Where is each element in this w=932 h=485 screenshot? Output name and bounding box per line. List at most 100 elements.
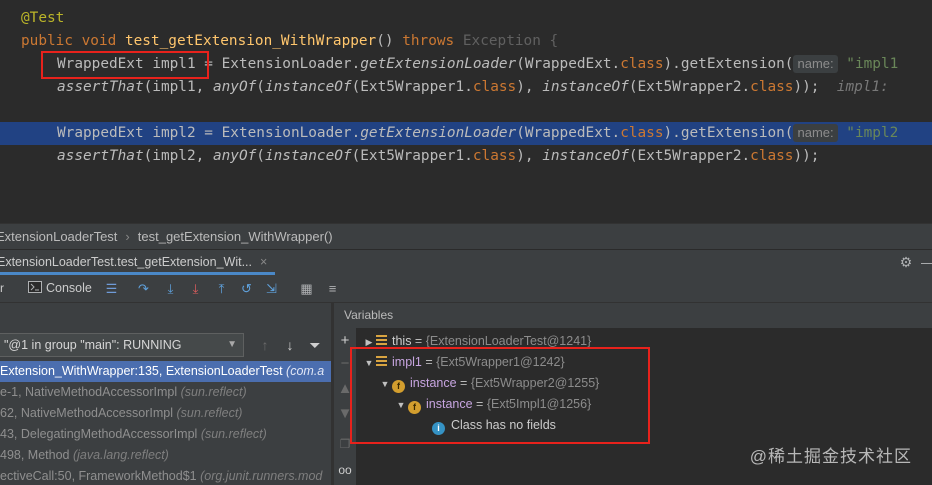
frame-text: 43, DelegatingMethodAccessorImpl <box>0 427 201 441</box>
frame-item[interactable]: 43, DelegatingMethodAccessorImpl (sun.re… <box>0 424 331 445</box>
arrow-down-icon[interactable]: ↓ <box>282 337 298 353</box>
thread-select-value: "@1 in group "main": RUNNING <box>4 338 182 352</box>
code-line-assert1: assertThat(impl1, anyOf(instanceOf(Ext5W… <box>0 76 932 99</box>
step-out-icon[interactable]: ⤒ <box>213 280 230 297</box>
param-hint: name: <box>793 124 838 142</box>
frame-item[interactable]: ectiveCall:50, FrameworkMethod$1 (org.ju… <box>0 466 331 485</box>
minimize-icon[interactable]: — <box>920 254 932 270</box>
code-fragment: (Ext5Wrapper2. <box>628 79 751 95</box>
debug-session-bar: ExtensionLoaderTest.test_getExtension_Wi… <box>0 249 932 275</box>
remove-icon[interactable]: − <box>337 356 353 372</box>
thread-select[interactable]: "@1 in group "main": RUNNING ▼ <box>0 333 244 357</box>
code-fragment: )); <box>793 148 820 164</box>
code-fragment: (WrappedExt. <box>516 125 621 141</box>
class-keyword: class <box>750 148 794 164</box>
variable-row-instance[interactable]: ▼ f instance = {Ext5Wrapper2@1255} <box>378 373 599 394</box>
frame-package: (sun.reflect) <box>200 427 267 441</box>
variable-value: {Ext5Impl1@1256} <box>486 397 592 411</box>
variable-impl2: impl2 <box>152 125 196 141</box>
variable-row-no-fields: i Class has no fields <box>432 415 556 436</box>
code-fragment: (impl2, <box>143 148 213 164</box>
method-call: assertThat <box>57 79 144 95</box>
code-fragment: ).getExtension( <box>663 125 794 141</box>
exception-type: Exception { <box>462 33 559 49</box>
move-down-icon[interactable]: ▼ <box>337 406 353 422</box>
type-name: WrappedExt <box>57 56 144 72</box>
force-step-into-icon[interactable]: ⤓ <box>187 280 204 297</box>
variable-name: instance <box>410 376 457 390</box>
code-fragment: ( <box>256 148 265 164</box>
method-call: anyOf <box>212 79 257 95</box>
object-icon <box>376 335 387 346</box>
breadcrumb-method[interactable]: test_getExtension_WithWrapper() <box>138 229 333 244</box>
variables-title: Variables <box>344 308 394 322</box>
frame-text: ectiveCall:50, FrameworkMethod$1 <box>0 469 201 483</box>
frame-package: (sun.reflect) <box>180 385 247 399</box>
copy-icon[interactable]: ❐ <box>337 436 353 452</box>
drop-frame-icon[interactable]: ↺ <box>238 280 255 297</box>
step-over-icon[interactable]: ↷ <box>135 280 152 297</box>
code-fragment: (Ext5Wrapper2. <box>628 148 751 164</box>
variable-name: impl1 <box>392 355 422 369</box>
code-fragment: = ExtensionLoader. <box>195 56 361 72</box>
filter-icon[interactable]: ⏷ <box>307 337 323 353</box>
code-fragment: = ExtensionLoader. <box>195 125 361 141</box>
type-name: WrappedExt <box>57 125 144 141</box>
code-fragment: (WrappedExt. <box>516 56 621 72</box>
method-call: anyOf <box>212 148 257 164</box>
frame-item[interactable]: e-1, NativeMethodAccessorImpl (sun.refle… <box>0 382 331 403</box>
breadcrumb-class[interactable]: ExtensionLoaderTest <box>0 229 117 244</box>
frame-package: (sun.reflect) <box>176 406 243 420</box>
run-to-cursor-icon[interactable]: ⇲ <box>263 280 280 297</box>
add-watch-icon[interactable]: + <box>337 333 353 349</box>
method-call: instanceOf <box>264 79 352 95</box>
variable-row-impl1[interactable]: ▼ impl1 = {Ext5Wrapper1@1242} <box>362 352 565 373</box>
collapse-arrow-icon[interactable]: ▼ <box>394 395 408 416</box>
variable-name: this <box>392 334 412 348</box>
variable-value: {ExtensionLoaderTest@1241} <box>425 334 592 348</box>
code-editor[interactable]: @Test public void test_getExtension_With… <box>0 0 932 223</box>
method-name: test_getExtension_WithWrapper <box>124 33 377 49</box>
variable-value: {Ext5Wrapper1@1242} <box>436 355 565 369</box>
menu-lines-icon[interactable]: ☰ <box>103 280 120 297</box>
arrow-up-icon[interactable]: ↑ <box>257 337 273 353</box>
collapse-arrow-icon[interactable]: ▼ <box>362 353 376 374</box>
no-fields-text: Class has no fields <box>451 418 556 432</box>
step-into-icon[interactable]: ⤓ <box>162 280 179 297</box>
variable-row-instance-nested[interactable]: ▼ f instance = {Ext5Impl1@1256} <box>394 394 591 415</box>
gear-icon[interactable]: ⚙ <box>898 254 914 270</box>
more-options-icon[interactable]: ≡ <box>324 280 341 297</box>
frame-item[interactable]: 62, NativeMethodAccessorImpl (sun.reflec… <box>0 403 331 424</box>
code-fragment: )); <box>793 79 820 95</box>
frame-item[interactable]: Extension_WithWrapper:135, ExtensionLoad… <box>0 361 331 382</box>
class-keyword: class <box>750 79 794 95</box>
frame-text: 498, Method <box>0 448 73 462</box>
debug-session-tab[interactable]: ExtensionLoaderTest.test_getExtension_Wi… <box>0 250 276 275</box>
method-call: assertThat <box>57 148 144 164</box>
variable-impl1: impl1 <box>152 56 196 72</box>
tab-console[interactable]: Console <box>28 275 92 302</box>
move-up-icon[interactable]: ▲ <box>337 381 353 397</box>
collapse-arrow-icon[interactable]: ▼ <box>378 374 392 395</box>
info-icon: i <box>432 422 445 435</box>
code-fragment: (Ext5Wrapper1. <box>351 148 473 164</box>
evaluate-expression-icon[interactable]: ▦ <box>298 280 315 297</box>
frames-tab-fragment[interactable]: r <box>0 275 4 302</box>
frame-package: (java.lang.reflect) <box>72 448 169 462</box>
code-line-impl1: WrappedExt impl1 = ExtensionLoader.getEx… <box>0 53 932 76</box>
class-keyword: class <box>620 125 664 141</box>
expand-arrow-icon[interactable]: ▶ <box>362 332 376 353</box>
close-icon[interactable]: × <box>260 255 267 269</box>
class-keyword: class <box>472 148 517 164</box>
code-line-assert2: assertThat(impl2, anyOf(instanceOf(Ext5W… <box>0 145 932 168</box>
variable-row-this[interactable]: ▶ this = {ExtensionLoaderTest@1241} <box>362 331 592 353</box>
method-call: instanceOf <box>542 148 629 164</box>
frame-item[interactable]: 498, Method (java.lang.reflect) <box>0 445 331 466</box>
frames-panel: "@1 in group "main": RUNNING ▼ ↑ ↓ ⏷ Ext… <box>0 303 331 485</box>
frame-text: Extension_WithWrapper:135, ExtensionLoad… <box>0 364 287 378</box>
inline-debug-value: impl1: <box>819 79 898 95</box>
field-icon: f <box>408 401 421 414</box>
watermark: @稀土掘金技术社区 <box>749 447 912 466</box>
frames-list: Extension_WithWrapper:135, ExtensionLoad… <box>0 361 331 485</box>
glasses-icon[interactable]: oo <box>337 462 353 478</box>
